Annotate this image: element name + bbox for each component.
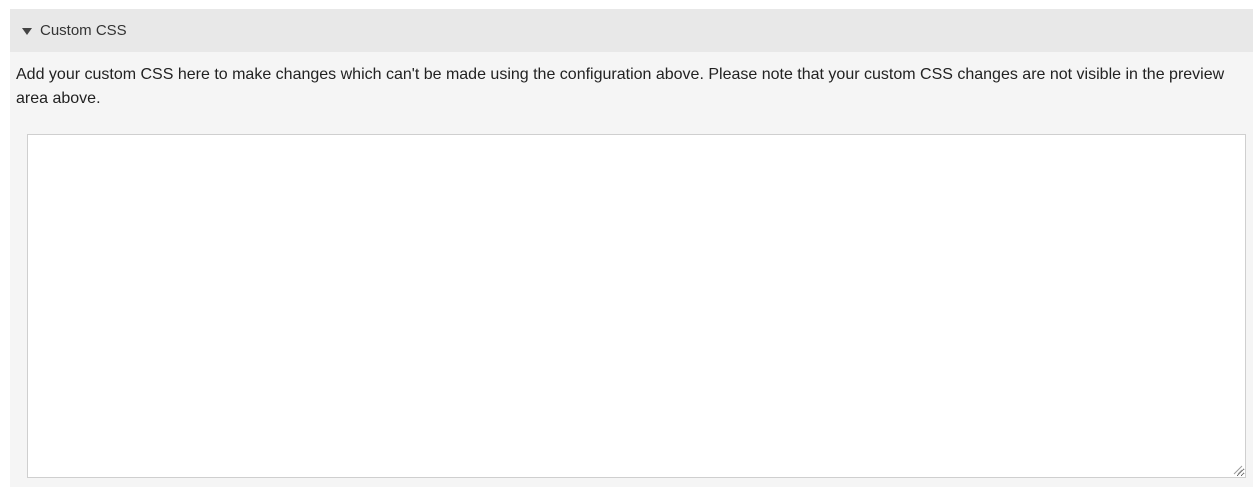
custom-css-description: Add your custom CSS here to make changes… [16, 66, 1225, 107]
triangle-down-icon [22, 28, 32, 35]
custom-css-section-header[interactable]: Custom CSS [10, 9, 1253, 52]
section-title: Custom CSS [40, 22, 127, 39]
custom-css-textarea[interactable] [27, 134, 1246, 478]
